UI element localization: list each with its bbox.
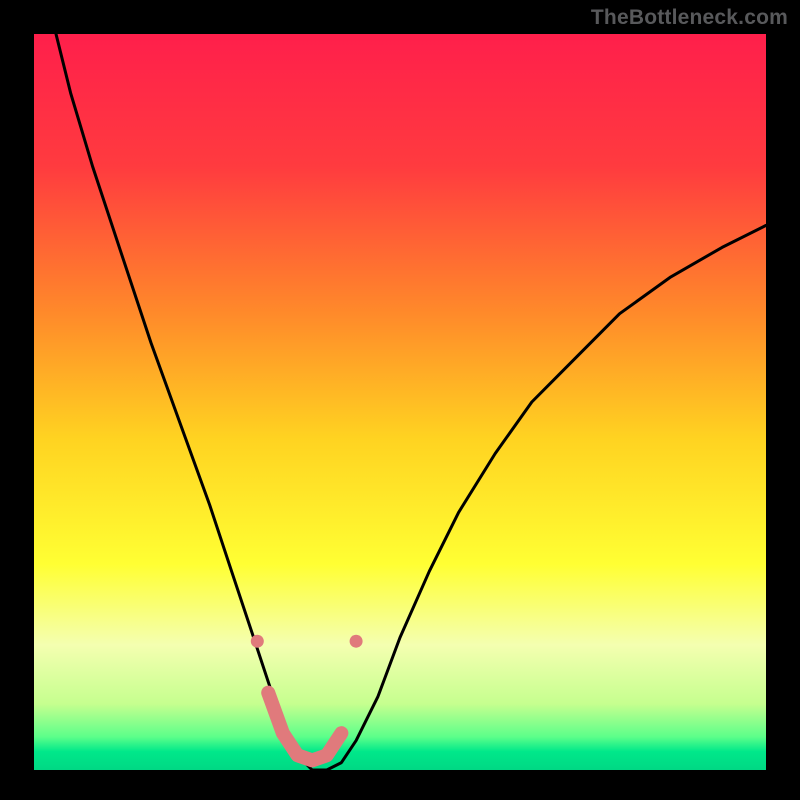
marker-dot bbox=[350, 635, 363, 648]
plot-background bbox=[34, 34, 766, 770]
chart-frame: TheBottleneck.com bbox=[0, 0, 800, 800]
marker-dot bbox=[251, 635, 264, 648]
bottleneck-chart bbox=[0, 0, 800, 800]
